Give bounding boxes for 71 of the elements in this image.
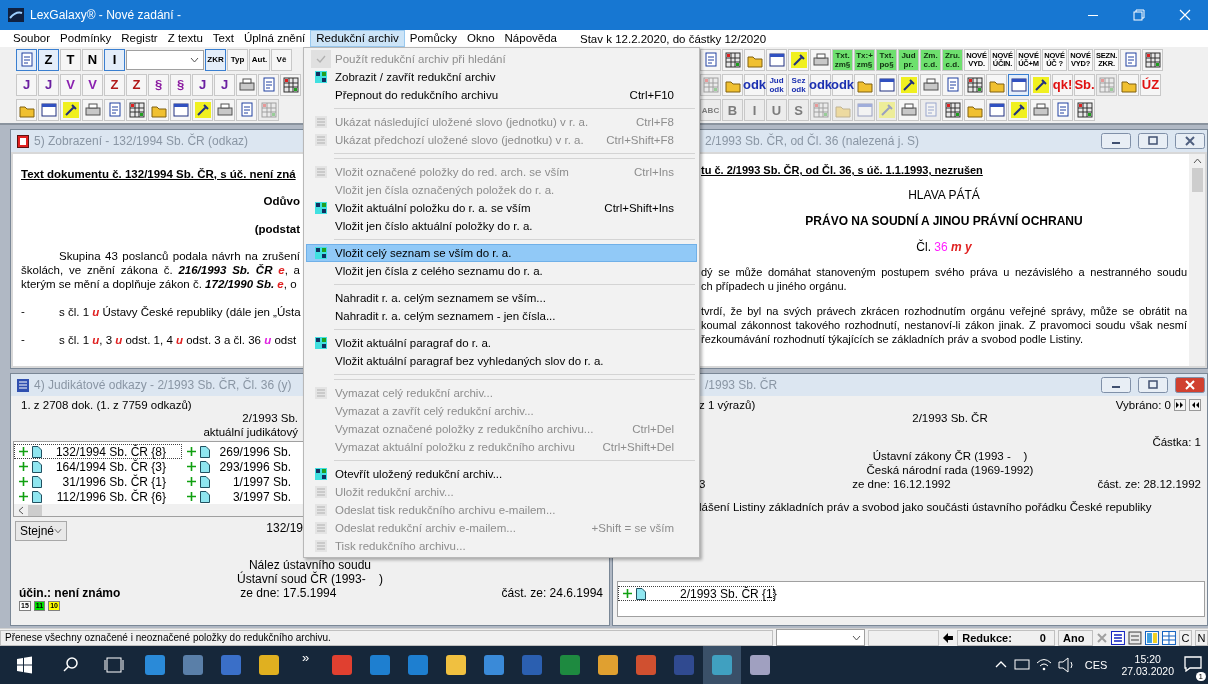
document-heading: Text dokumentu č. 132/1994 Sb. ČR, s úč. není zná bbox=[21, 168, 297, 180]
document-number: 132/19 bbox=[266, 521, 303, 535]
reference-number: 269/1996 Sb. bbox=[218, 444, 291, 459]
document-name: lášení Listiny základních práv a svobod jako součásti ústavního pořádku České republiky bbox=[699, 501, 1153, 513]
dash-bullet: - bbox=[21, 305, 26, 319]
text-line: PRÁVO NA SOUDNÍ A JINOU PRÁVNÍ OCHRANU bbox=[804, 214, 1084, 228]
window-title: LexGalaxy® - Nové zadání - bbox=[30, 8, 181, 22]
part-text: Částka: 1 bbox=[1151, 435, 1201, 449]
text-line: Skupina 43 poslanců podala návrh na zrušení bbox=[58, 249, 300, 263]
part-date-text: část. ze: 24.6.1994 bbox=[501, 586, 603, 600]
source-text: Ústavní zákony ČR (1993 - ) bbox=[871, 449, 1029, 463]
reduction-label: Redukce: bbox=[962, 630, 1012, 645]
document-number: 2/1993 Sb. ČR bbox=[911, 411, 989, 425]
text-line: s čl. 1 u Ústavy České republiky (dále jen „Ústa bbox=[59, 305, 301, 319]
text-line: Odůvo bbox=[262, 194, 300, 208]
part-date-text: část. ze: 28.12.1992 bbox=[1097, 477, 1201, 491]
shortcut-text: Ctrl+Del bbox=[632, 423, 674, 435]
text-line: ch případech u jiného orgánu. bbox=[701, 279, 848, 293]
selected-count: Vybráno: 0 bbox=[1115, 399, 1171, 411]
clock-time: 15:20 bbox=[1134, 653, 1161, 665]
date-text: ze dne: 17.5.1994 bbox=[240, 586, 337, 600]
text-fragment: 3 bbox=[699, 477, 706, 491]
hit-count: z 1 výrazů) bbox=[699, 399, 756, 411]
window-title: 5) Zobrazení - 132/1994 Sb. ČR (odkaz) bbox=[34, 134, 249, 148]
result-summary: 1. z 2708 dok. (1. z 7759 odkazů) bbox=[20, 399, 193, 411]
shortcut-text: Ctrl+F10 bbox=[629, 89, 674, 101]
toggle-indicator: N bbox=[1195, 629, 1208, 646]
validity-text: účin.: není známo bbox=[19, 586, 121, 600]
notification-count: 1 bbox=[1195, 671, 1206, 681]
dropdown-value: Stejné bbox=[20, 524, 55, 538]
shortcut-text: Ctrl+F8 bbox=[635, 116, 674, 128]
reference-number: 1/1997 Sb. bbox=[231, 474, 291, 489]
text-line: školách, ve znění zákona č. 216/1993 Sb. ČR e, a bbox=[21, 263, 300, 277]
shortcut-text: +Shift = se vším bbox=[591, 522, 674, 534]
reference-number: 31/1996 Sb. ČR {1} bbox=[61, 474, 166, 489]
reference-number: 112/1996 Sb. ČR {6} bbox=[55, 489, 166, 504]
reference-number: 3/1997 Sb. bbox=[231, 489, 291, 504]
caption-text: aktuální judikátový bbox=[202, 425, 298, 439]
window-title: 2/1993 Sb. ČR, od Čl. 36 (nalezená j. S) bbox=[705, 134, 920, 148]
shortcut-text: Ctrl+Shift+Del bbox=[602, 441, 674, 453]
caption-text: 2/1993 Sb. bbox=[241, 411, 298, 425]
reference-number: 164/1994 Sb. ČR {3} bbox=[54, 459, 166, 474]
text-line: řezkoumávání rozhodnutí týkajících se základních práv a svobod podle Listiny. bbox=[701, 332, 1084, 346]
reference-number: 2/1993 Sb. ČR {1} bbox=[679, 586, 777, 601]
text-line: koumal zákonnost takového rozhodnutí, nestanoví-li zákon jinak. Z pravomoci soudu však nesmí bbox=[701, 318, 1187, 332]
reference-number: 293/1996 Sb. bbox=[218, 459, 291, 474]
text-line: tvrdí, že byl na svých právech zkrácen rozhodnutím orgánu veřejné správy, může se obrátit na bbox=[701, 304, 1187, 318]
dash-bullet: - bbox=[21, 333, 26, 347]
court-text: Nález ústavního soudu bbox=[248, 558, 373, 572]
window-title: /1993 Sb. ČR bbox=[705, 378, 778, 392]
clock-date: 27.03.2020 bbox=[1121, 665, 1174, 677]
text-line: s čl. 1 u, 3 u odst. 1, 4 u odst. 3 a čl. 36 u odst bbox=[59, 333, 298, 347]
document-heading: tu č. 2/1993 Sb. ČR, od Čl. 36, s úč. 1.1.1993, nezrušen bbox=[701, 164, 984, 176]
status-message: Přenese všechny označené i neoznačené položky do redukčního archivu. bbox=[0, 629, 773, 646]
reference-number: 132/1994 Sb. ČR {8} bbox=[54, 444, 166, 459]
text-line: dý se může domáhat stanoveným postupem svého práva u nezávislého a nestranného soudu bbox=[701, 265, 1187, 279]
text-line: (podstat bbox=[253, 222, 300, 236]
source-text: Česká národní rada (1969-1992) bbox=[865, 463, 1035, 477]
court-text: Ústavní soud ČR (1993- ) bbox=[235, 572, 385, 586]
text-line: HLAVA PÁTÁ bbox=[907, 188, 981, 202]
toggle-indicator: C bbox=[1179, 629, 1192, 646]
shortcut-text: Ctrl+Ins bbox=[634, 166, 674, 178]
text-line: kterým se mění a doplňuje zákon č. 172/1990 Sb. e, o bbox=[21, 277, 298, 291]
database-status: Stav k 12.2.2020, do částky 12/2020 bbox=[580, 32, 767, 45]
text-line: Čl. 36 m y bbox=[915, 240, 973, 254]
shortcut-text: Ctrl+Shift+F8 bbox=[606, 134, 674, 146]
reduction-count: 0 bbox=[1039, 630, 1046, 645]
date-text: ze dne: 16.12.1992 bbox=[852, 477, 951, 491]
shortcut-text: Ctrl+Shift+Ins bbox=[604, 202, 674, 214]
answer-indicator: Ano bbox=[1057, 629, 1094, 646]
window-title: 4) Judikátové odkazy - 2/1993 Sb. ČR, Čl. 36 (y) bbox=[34, 378, 292, 392]
